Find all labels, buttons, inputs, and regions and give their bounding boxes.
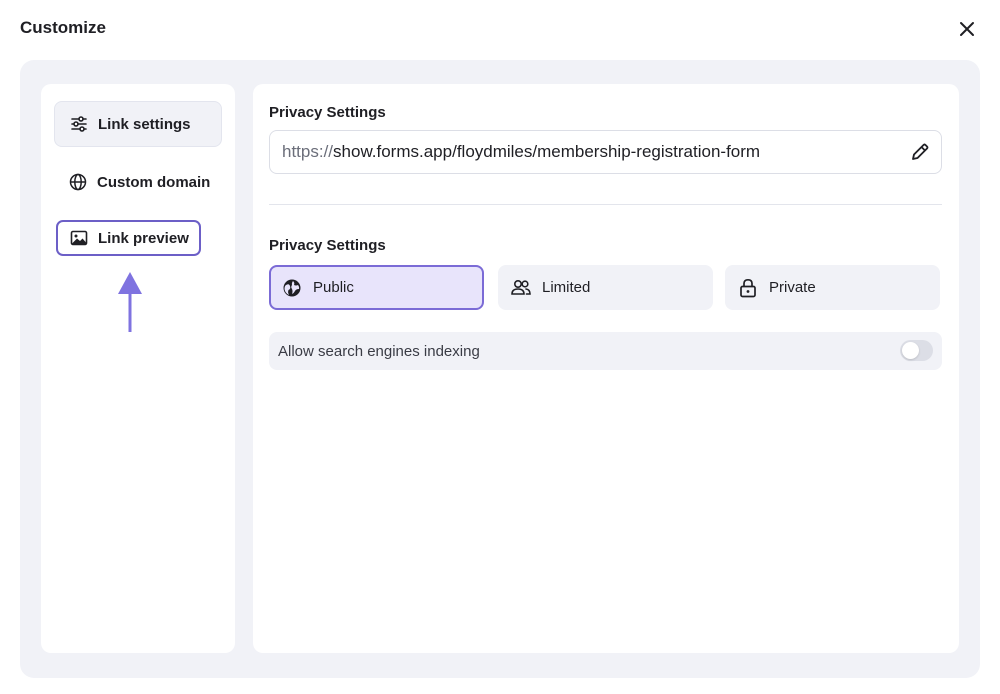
privacy-option-private[interactable]: Private: [725, 265, 940, 310]
close-button[interactable]: [955, 17, 979, 41]
section-divider: [269, 204, 942, 205]
url-prefix: https://: [282, 142, 334, 161]
sidebar-item-link-settings[interactable]: Link settings: [54, 101, 222, 147]
edit-url-button[interactable]: [909, 141, 931, 163]
link-section-label: Privacy Settings: [269, 104, 386, 121]
users-icon: [510, 277, 532, 299]
toggle-knob: [902, 342, 919, 359]
privacy-option-limited[interactable]: Limited: [498, 265, 713, 310]
privacy-option-label: Limited: [542, 279, 591, 296]
sidebar: Link settings Custom domain Link preview: [41, 84, 235, 653]
sidebar-item-label: Link preview: [98, 229, 189, 247]
search-indexing-label: Allow search engines indexing: [278, 342, 480, 360]
search-indexing-toggle[interactable]: [900, 340, 933, 361]
search-indexing-row: Allow search engines indexing: [269, 332, 942, 370]
image-icon: [69, 228, 89, 248]
customize-panel: Link settings Custom domain Link preview…: [20, 60, 980, 678]
privacy-option-label: Private: [769, 279, 816, 296]
pencil-icon: [912, 143, 929, 160]
sidebar-item-label: Link settings: [98, 115, 191, 133]
dialog-title: Customize: [20, 18, 106, 37]
globe-icon: [68, 172, 88, 192]
privacy-option-label: Public: [313, 279, 354, 296]
annotation-arrow-icon: [118, 272, 142, 332]
url-value: show.forms.app/floydmiles/membership-reg…: [333, 142, 761, 161]
privacy-section-label: Privacy Settings: [269, 237, 386, 254]
sidebar-item-label: Custom domain: [97, 173, 211, 191]
close-icon: [960, 22, 974, 36]
lock-icon: [737, 277, 759, 299]
globe-filled-icon: [281, 277, 303, 299]
sidebar-item-link-preview[interactable]: Link preview: [56, 220, 201, 256]
sliders-icon: [69, 114, 89, 134]
link-url-field[interactable]: https:// show.forms.app/floydmiles/membe…: [269, 130, 942, 174]
privacy-option-public[interactable]: Public: [269, 265, 484, 310]
sidebar-item-custom-domain[interactable]: Custom domain: [54, 159, 210, 205]
link-settings-content: Privacy Settings https:// show.forms.app…: [253, 84, 959, 653]
customize-dialog: Customize Link settings Custom domain Li…: [0, 0, 1000, 694]
